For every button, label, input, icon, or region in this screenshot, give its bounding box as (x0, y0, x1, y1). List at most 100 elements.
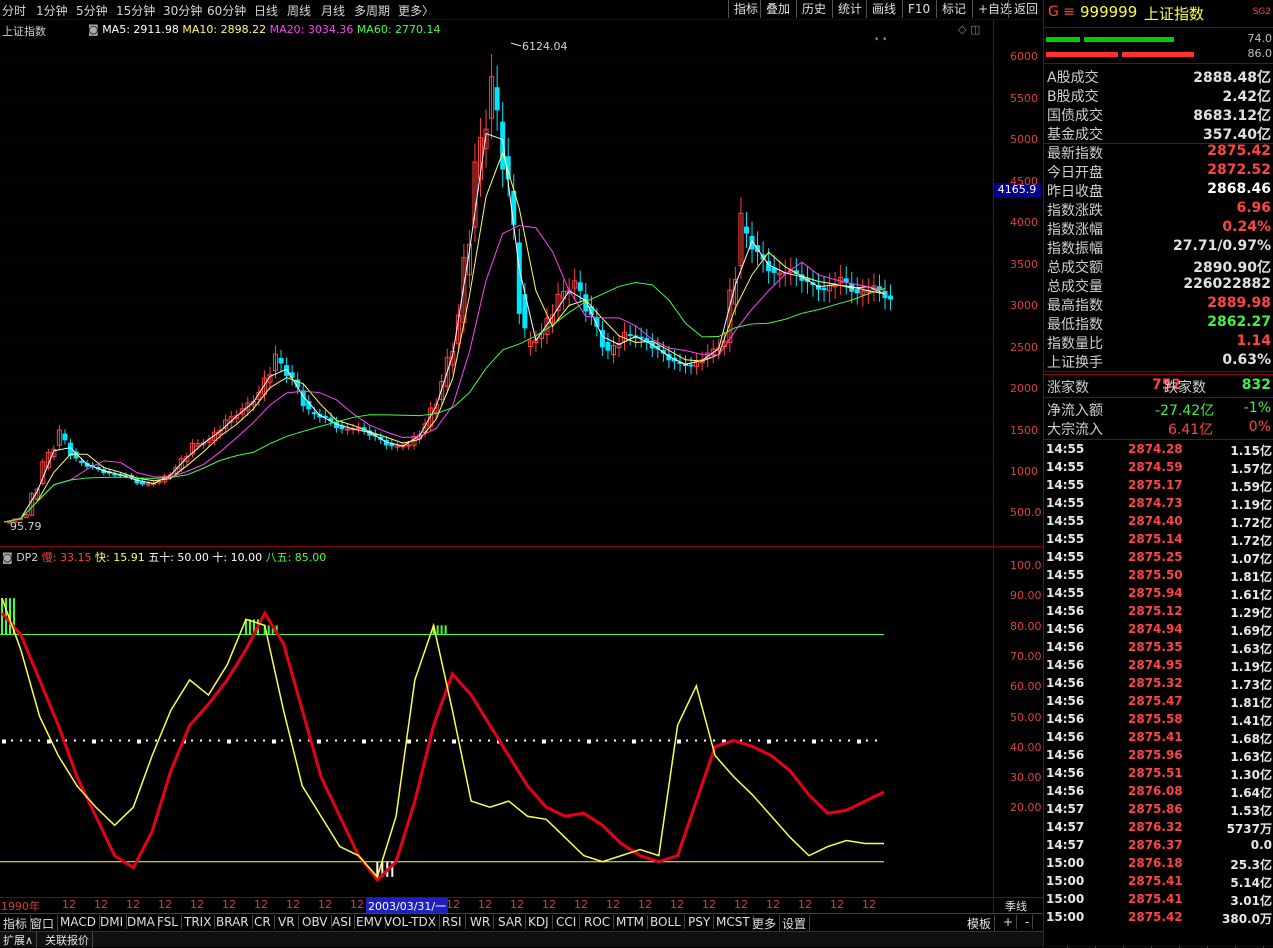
indicator-tab-10[interactable]: OBV (299, 915, 332, 929)
buy-ratio: 74.0 (1247, 32, 1273, 45)
period-4[interactable]: 30分钟 (163, 2, 202, 19)
period-2[interactable]: 5分钟 (76, 2, 108, 19)
toolbar-button-6[interactable]: 标记 (936, 0, 971, 18)
template-button-0[interactable]: 模板 (964, 915, 996, 932)
fifty-dot (398, 739, 400, 742)
tick-price: 2874.59 (1128, 460, 1183, 474)
price-tick: 5000 (1010, 133, 1038, 147)
period-3[interactable]: 15分钟 (116, 2, 155, 19)
tick-time: 14:55 (1046, 496, 1085, 510)
period-7[interactable]: 周线 (287, 2, 311, 19)
candle-body (854, 288, 860, 294)
indicator-tab-24[interactable]: 更多 (749, 915, 781, 932)
tick-time: 14:56 (1046, 712, 1085, 726)
quote-row-label: A股成交 (1047, 70, 1099, 86)
toolbar-button-0[interactable]: 指标 (728, 0, 763, 18)
tick-row: 14:56 2876.08 1.64亿 (1046, 784, 1273, 802)
period-6[interactable]: 日线 (254, 2, 278, 19)
eightyfive-label: 八五: 85.00 (265, 551, 327, 564)
indicator-tab-7[interactable]: BRAR (213, 915, 253, 929)
fifty-dot (389, 739, 391, 742)
toolbar-button-4[interactable]: 画线 (866, 0, 901, 18)
fifty-dot (11, 739, 13, 742)
candle-body (888, 295, 894, 300)
indicator-tab-11[interactable]: ASI (329, 915, 356, 929)
x-label: 12 (286, 898, 300, 911)
quote-row: 总成交额 2890.90亿 (1047, 257, 1273, 276)
indicator-tab-21[interactable]: BOLL (647, 915, 685, 929)
indicator-tab-17[interactable]: KDJ (525, 915, 553, 929)
indicator-tab-20[interactable]: MTM (613, 915, 649, 929)
quote-row-label: 指数涨跌 (1047, 203, 1103, 219)
indicator-tab-1[interactable]: 窗口 (27, 915, 59, 932)
fifty-dot (20, 739, 22, 742)
tick-row: 14:57 2875.86 1.53亿 (1046, 802, 1273, 820)
period-toolbar: 分时 1分钟 5分钟 15分钟 30分钟 60分钟 日线 周线 月线 多周期 更多〉 指标 叠加 历史 统计… (0, 0, 1043, 20)
indicator-tab-23[interactable]: MCST (713, 915, 754, 929)
period-8[interactable]: 月线 (321, 2, 345, 19)
toolbar-button-8[interactable]: 返回 (1008, 0, 1043, 18)
indicator-tab-8[interactable]: CR (251, 915, 275, 929)
indicator-tab-18[interactable]: CCI (553, 915, 581, 929)
template-button-2[interactable]: - (1022, 915, 1034, 929)
period-10[interactable]: 更多〉 (398, 2, 434, 19)
period-5[interactable]: 60分钟 (207, 2, 246, 19)
fifty-dot (479, 739, 481, 742)
indicator-tab-22[interactable]: PSY (685, 915, 715, 929)
toolbar-button-1[interactable]: 叠加 (760, 0, 795, 18)
toolbar-button-2[interactable]: 历史 (796, 0, 831, 18)
period-1[interactable]: 1分钟 (36, 2, 68, 19)
low-label: 95.79 (10, 520, 42, 533)
indicator-tab-9[interactable]: VR (275, 915, 299, 929)
price-tick: 1500 (1010, 423, 1038, 437)
candle-body (62, 433, 68, 441)
chart-title: 上证指数 (2, 25, 46, 38)
fifty-dot (29, 739, 31, 742)
indicator-tab-3[interactable]: DMI (97, 915, 128, 929)
indicator-tab-14[interactable]: RSI (439, 915, 466, 929)
tick-time: 14:56 (1046, 622, 1085, 636)
fifty-label: 五十: 50.00 (148, 551, 209, 564)
quote-row-label: 总成交额 (1047, 260, 1103, 276)
indicator-tab-15[interactable]: WR (467, 915, 495, 929)
toolbar-button-3[interactable]: 统计 (832, 0, 867, 18)
x-label: 12 (126, 898, 140, 911)
period-9[interactable]: 多周期 (354, 2, 390, 19)
fifty-dot (812, 739, 816, 744)
quote-row-value: 0.24% (1222, 219, 1271, 235)
indicator-tab-19[interactable]: ROC (581, 915, 615, 929)
tick-time: 14:55 (1046, 478, 1085, 492)
toolbar-button-5[interactable]: F10 (902, 0, 935, 18)
tick-time: 14:56 (1046, 694, 1085, 708)
price-tick: 2000 (1010, 382, 1038, 396)
tick-volume: 3.01亿 (1230, 894, 1272, 908)
quote-row-value: 8683.12亿 (1193, 108, 1271, 124)
period-0[interactable]: 分时 (2, 2, 26, 19)
indicator-tab-6[interactable]: TRIX (181, 915, 216, 929)
window-controls[interactable]: ◇ ◫ (958, 23, 980, 36)
tick-price: 2876.32 (1128, 820, 1183, 834)
tick-row: 14:56 2875.32 1.73亿 (1046, 676, 1273, 694)
tick-row: 15:00 2875.41 3.01亿 (1046, 892, 1273, 910)
indicator-tab-2[interactable]: MACD (57, 915, 100, 929)
indicator-tab-16[interactable]: SAR (495, 915, 527, 929)
tick-price: 2875.41 (1128, 874, 1183, 888)
indicator-tick: 100.0 (1010, 559, 1042, 572)
indicator-tab-25[interactable]: 设置 (779, 915, 811, 932)
template-button-1[interactable]: + (1000, 915, 1018, 929)
indicator-chart[interactable] (0, 547, 993, 897)
tick-time: 15:00 (1046, 874, 1085, 888)
candle-body (500, 121, 506, 170)
period-label[interactable]: 季线 (1005, 898, 1027, 914)
tick-volume: 1.63亿 (1230, 750, 1272, 764)
tick-time: 14:55 (1046, 586, 1085, 600)
price-tick: 4000 (1010, 216, 1038, 230)
price-tick: 500.0 (1010, 506, 1042, 520)
indicator-tab-5[interactable]: FSL (154, 915, 182, 929)
price-chart[interactable] (0, 20, 993, 546)
fifty-dot (803, 739, 805, 742)
fifty-dot (191, 739, 193, 742)
indicator-tab-13[interactable]: VOL-TDX (381, 915, 440, 929)
tick-volume: 1.59亿 (1230, 480, 1272, 494)
block-pct: 0% (1248, 419, 1271, 435)
